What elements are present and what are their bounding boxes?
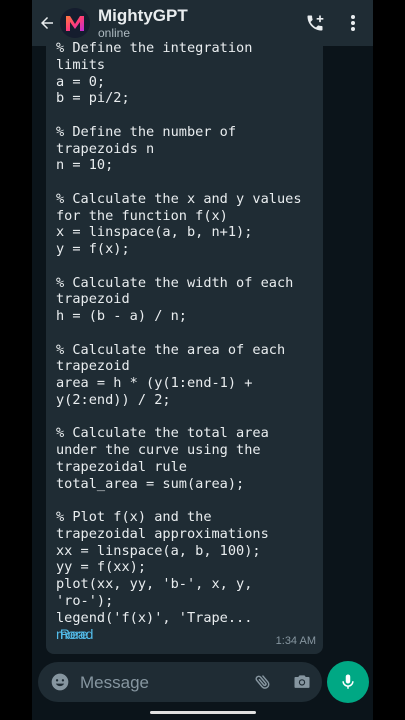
code-line: limits xyxy=(56,56,106,73)
code-line: % Calculate the area of each xyxy=(56,341,286,358)
code-line: trapezoidal rule xyxy=(56,458,187,475)
code-line: y = f(x); xyxy=(56,241,130,257)
message-bubble[interactable]: % Define the integration limits a = 0; b = … xyxy=(46,40,323,654)
code-line: trapezoids n xyxy=(56,140,155,157)
more-vert-icon[interactable] xyxy=(340,0,366,46)
paperclip-icon[interactable] xyxy=(251,670,275,694)
camera-icon[interactable] xyxy=(290,670,314,694)
contact-name: MightyGPT xyxy=(98,6,188,25)
code-line: xx = linspace(a, b, 100); xyxy=(56,542,261,559)
code-line: total_area = sum(area); xyxy=(56,475,245,492)
mic-button[interactable] xyxy=(327,661,369,703)
code-line: h = (b - a) / n; xyxy=(56,308,187,324)
code-line: a = 0; xyxy=(56,73,106,90)
contact-status: online xyxy=(98,26,131,40)
message-code-text: % Define the integration limits a = 0; b = … xyxy=(56,40,318,643)
code-line: plot(xx, yy, 'b-', x, y, xyxy=(56,576,253,592)
code-line: under the curve using the xyxy=(56,442,261,458)
truncated-text: legend('f(x)', 'Trape... xyxy=(56,609,253,626)
code-line: for the function f(x) xyxy=(56,207,228,224)
chat-screen: MightyGPT online % Define the integratio… xyxy=(32,0,373,720)
code-line: % Plot f(x) and the xyxy=(56,509,212,525)
code-line: 'ro-'); xyxy=(56,592,114,609)
mic-icon xyxy=(342,674,354,689)
code-line: y(2:end)) / 2; xyxy=(56,391,171,408)
code-line: trapezoidal approximations xyxy=(56,525,269,542)
code-line: trapezoid xyxy=(56,358,130,375)
contact-info[interactable]: MightyGPT online xyxy=(98,6,188,40)
message-input[interactable] xyxy=(78,670,232,696)
code-line: % Calculate the total area xyxy=(56,425,269,442)
mightygpt-logo xyxy=(66,16,84,31)
avatar[interactable] xyxy=(60,8,90,38)
message-composer xyxy=(38,662,322,702)
code-line: x = linspace(a, b, n+1); xyxy=(56,224,253,241)
code-line: % Define the number of xyxy=(56,123,237,140)
code-line: b = pi/2; xyxy=(56,90,130,107)
code-line-truncated: legend('f(x)', 'Trape... Read xyxy=(56,609,318,643)
emoji-icon[interactable] xyxy=(48,670,72,694)
code-line: % Calculate the x and y values xyxy=(56,190,302,207)
code-line: % Calculate the width of each xyxy=(56,274,294,291)
code-line: % Define the integration xyxy=(56,40,253,56)
code-line: n = 10; xyxy=(56,157,114,174)
code-line: trapezoid xyxy=(56,291,130,308)
message-time: 1:34 AM xyxy=(275,635,316,647)
code-line: area = h * (y(1:end-1) + xyxy=(56,375,253,391)
home-indicator xyxy=(150,711,256,714)
code-line: yy = f(xx); xyxy=(56,559,147,576)
